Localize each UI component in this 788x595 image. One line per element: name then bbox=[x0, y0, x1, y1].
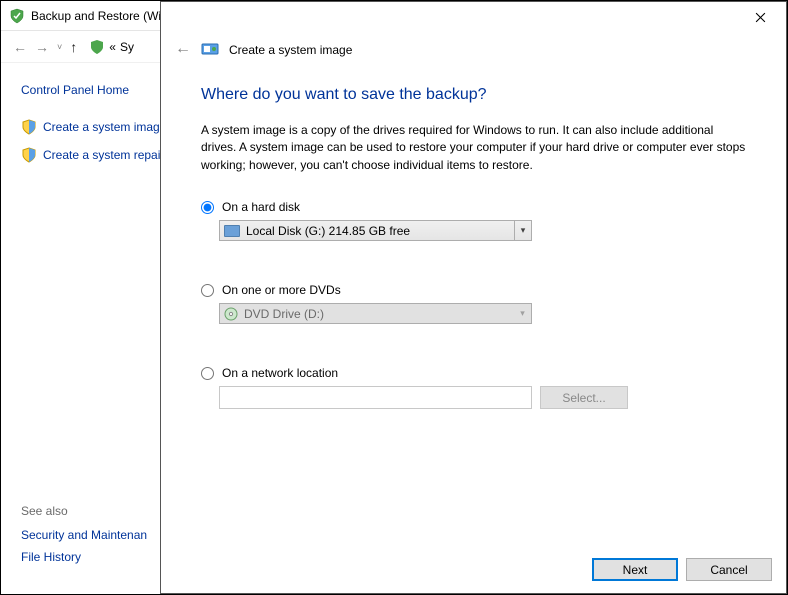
breadcrumb[interactable]: « Sy bbox=[89, 39, 134, 55]
dialog-titlebar bbox=[161, 2, 786, 32]
dialog-back-icon[interactable]: ← bbox=[175, 40, 191, 58]
radio-dvd[interactable] bbox=[201, 284, 214, 297]
dialog-header: ← Create a system image bbox=[161, 32, 786, 62]
shield-icon bbox=[21, 119, 37, 135]
task-label: Create a system image bbox=[43, 120, 166, 134]
dialog-footer: Next Cancel bbox=[592, 558, 772, 581]
radio-hard-disk[interactable] bbox=[201, 201, 214, 214]
nav-up-icon[interactable]: ↑ bbox=[66, 37, 81, 57]
hard-disk-icon bbox=[224, 225, 240, 237]
backup-restore-icon bbox=[9, 8, 25, 24]
close-icon bbox=[755, 12, 766, 23]
dvd-dropdown: DVD Drive (D:) ▾ bbox=[219, 303, 532, 324]
hard-disk-value: Local Disk (G:) 214.85 GB free bbox=[246, 224, 410, 238]
option-network-label: On a network location bbox=[222, 366, 338, 380]
dialog-description: A system image is a copy of the drives r… bbox=[201, 122, 746, 174]
option-dvd-label: On one or more DVDs bbox=[222, 283, 341, 297]
task-label: Create a system repair d bbox=[43, 148, 174, 162]
system-image-icon bbox=[201, 40, 219, 58]
nav-recent-icon[interactable]: ˅ bbox=[53, 40, 66, 54]
select-network-button: Select... bbox=[540, 386, 628, 409]
see-also-section: See also Security and Maintenan File His… bbox=[21, 504, 147, 572]
next-button[interactable]: Next bbox=[592, 558, 678, 581]
chevron-down-icon: ▾ bbox=[514, 304, 531, 323]
dialog-header-text: Create a system image bbox=[229, 41, 352, 57]
backup-restore-icon bbox=[89, 39, 105, 55]
option-hard-disk[interactable]: On a hard disk bbox=[201, 200, 746, 214]
window-title: Backup and Restore (Wi bbox=[31, 9, 161, 23]
link-file-history[interactable]: File History bbox=[21, 550, 147, 564]
nav-back-icon[interactable]: ← bbox=[9, 37, 31, 57]
nav-forward-icon: → bbox=[31, 37, 53, 57]
radio-network[interactable] bbox=[201, 367, 214, 380]
create-system-image-dialog: ← Create a system image Where do you wan… bbox=[160, 1, 787, 594]
chevron-down-icon[interactable]: ▾ bbox=[514, 221, 531, 240]
dialog-body: Where do you want to save the backup? A … bbox=[161, 62, 786, 409]
close-button[interactable] bbox=[740, 3, 780, 31]
cancel-button[interactable]: Cancel bbox=[686, 558, 772, 581]
dvd-drive-icon bbox=[224, 307, 238, 321]
option-hard-disk-label: On a hard disk bbox=[222, 200, 300, 214]
link-security-maintenance[interactable]: Security and Maintenan bbox=[21, 528, 147, 542]
shield-icon bbox=[21, 147, 37, 163]
breadcrumb-prefix: « bbox=[109, 40, 116, 54]
hard-disk-dropdown[interactable]: Local Disk (G:) 214.85 GB free ▾ bbox=[219, 220, 532, 241]
dialog-heading: Where do you want to save the backup? bbox=[201, 86, 746, 104]
network-location-row: Select... bbox=[219, 386, 746, 409]
network-path-input bbox=[219, 386, 532, 409]
dvd-value: DVD Drive (D:) bbox=[244, 307, 324, 321]
see-also-heading: See also bbox=[21, 504, 147, 518]
option-dvd[interactable]: On one or more DVDs bbox=[201, 283, 746, 297]
option-network[interactable]: On a network location bbox=[201, 366, 746, 380]
breadcrumb-segment: Sy bbox=[120, 40, 134, 54]
